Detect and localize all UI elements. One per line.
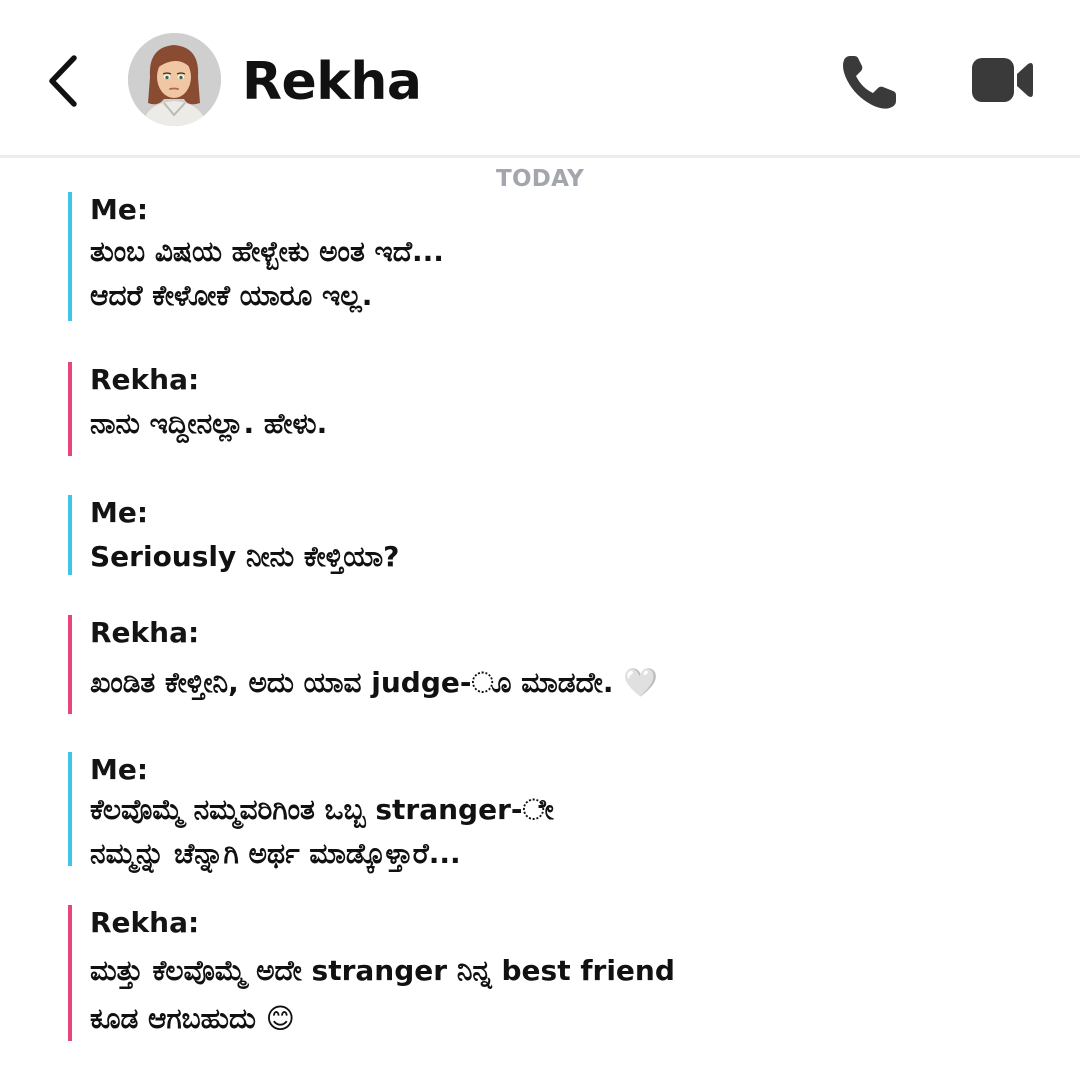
date-divider: TODAY — [495, 166, 585, 192]
message-me: Me: ತುಂಬ ವಿಷಯ ಹೇಳ್ಬೇಕು ಅಂತ ಇದೆ... ಆದರೆ ಕ… — [68, 192, 1028, 321]
avatar[interactable] — [128, 33, 221, 126]
contact-name[interactable]: Rekha — [242, 50, 422, 114]
message-line: ಕೆಲವೊಮ್ಮೆ ನಮ್ಮವರಿಗಿಂತ ಒಬ್ಬ stranger-ೇ — [90, 793, 554, 826]
avatar-image — [128, 33, 221, 126]
message-line: Seriously ನೀನು ಕೇಳ್ತಿಯಾ? — [90, 540, 400, 573]
chevron-left-icon — [49, 55, 77, 107]
message-sender: Rekha: — [90, 616, 200, 649]
message-line: ತುಂಬ ವಿಷಯ ಹೇಳ್ಬೇಕು ಅಂತ ಇದೆ... — [90, 235, 444, 268]
message-sender: Me: — [90, 193, 149, 226]
message-line: ಆದರೆ ಕೇಳೋಕೆ ಯಾರೂ ಇಲ್ಲ. — [90, 279, 373, 312]
message-me: Me: Seriously ನೀನು ಕೇಳ್ತಿಯಾ? — [68, 495, 1028, 575]
message-line: ನಮ್ಮನ್ನು ಚೆನ್ನಾಗಿ ಅರ್ಥ ಮಾಡ್ಕೊಳ್ತಾರೆ... — [90, 837, 461, 870]
message-sender: Me: — [90, 753, 149, 786]
message-me: Me: ಕೆಲವೊಮ್ಮೆ ನಮ್ಮವರಿಗಿಂತ ಒಬ್ಬ stranger-… — [68, 752, 1028, 870]
message-line: ನಾನು ಇದ್ದೀನಲ್ಲಾ. ಹೇಳು. — [90, 407, 328, 440]
message-line: ಕೂಡ ಆಗಬಹುದು 😊 — [90, 1002, 295, 1035]
voice-call-button[interactable] — [838, 50, 904, 112]
message-sender: Rekha: — [90, 906, 200, 939]
video-call-button[interactable] — [970, 56, 1036, 104]
message-rekha: Rekha: ನಾನು ಇದ್ದೀನಲ್ಲಾ. ಹೇಳು. — [68, 362, 1028, 456]
back-button[interactable] — [40, 46, 90, 116]
message-rekha: Rekha: ಮತ್ತು ಕೆಲವೊಮ್ಮೆ ಅದೇ stranger ನಿನ್… — [68, 905, 1028, 1041]
message-sender: Me: — [90, 496, 149, 529]
message-line: ಖಂಡಿತ ಕೇಳ್ತೀನಿ, ಅದು ಯಾವ judge-ೂ ಮಾಡದೇ. 🤍 — [90, 666, 659, 699]
phone-icon — [843, 56, 896, 109]
message-line: ಮತ್ತು ಕೆಲವೊಮ್ಮೆ ಅದೇ stranger ನಿನ್ನ best … — [90, 954, 675, 987]
message-sender: Rekha: — [90, 363, 200, 396]
chat-header: Rekha — [0, 0, 1080, 158]
video-camera-icon — [972, 58, 1033, 102]
message-rekha: Rekha: ಖಂಡಿತ ಕೇಳ್ತೀನಿ, ಅದು ಯಾವ judge-ೂ ಮ… — [68, 615, 1028, 714]
